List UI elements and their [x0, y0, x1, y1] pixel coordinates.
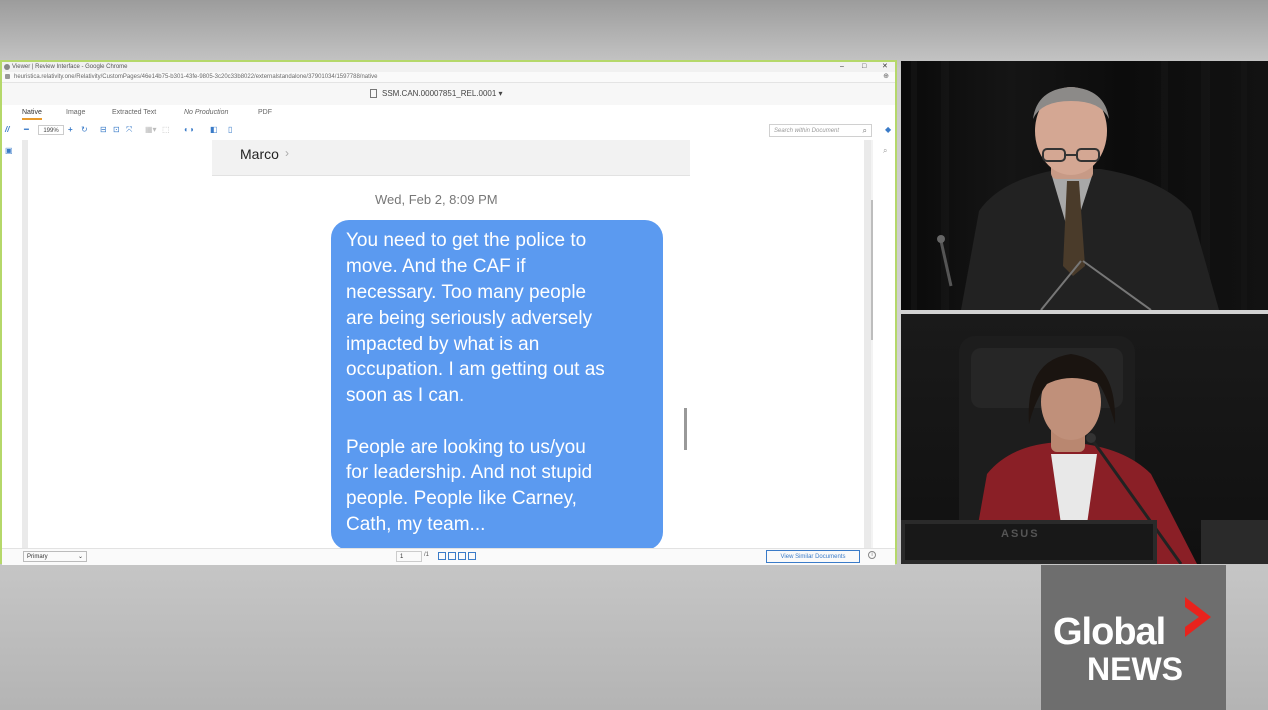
window-title: Viewer | Review Interface - Google Chrom…	[12, 64, 128, 70]
search-within-document-input[interactable]: Search within Document ⌕	[769, 124, 872, 137]
global-news-logo: Global NEWS	[1041, 565, 1226, 710]
layers-icon[interactable]: ◆	[885, 125, 891, 135]
search-placeholder: Search within Document	[774, 128, 840, 134]
select-icon[interactable]: ⬚	[162, 125, 170, 135]
document-icon	[370, 89, 377, 98]
page-total: /1	[424, 552, 430, 558]
page-number-field[interactable]: 1	[396, 551, 422, 562]
minimize-button[interactable]: –	[840, 62, 844, 72]
message-line: people. People like Carney,	[346, 488, 577, 509]
chrome-icon	[4, 64, 10, 70]
maximize-button[interactable]: □	[862, 62, 866, 72]
address-bar[interactable]: heuristica.relativity.one/Relativity/Cus…	[2, 72, 895, 83]
message-line: are being seriously adversely	[346, 308, 593, 329]
message-bubble: You need to get the police to move. And …	[331, 220, 663, 548]
message-line: People are looking to us/you	[346, 437, 586, 458]
lock-icon	[5, 74, 10, 79]
tab-image[interactable]: Image	[66, 109, 85, 116]
panel-toggle-icon[interactable]: ▣	[5, 146, 13, 156]
layout-selected: Primary	[27, 554, 48, 560]
message-line: necessary. Too many people	[346, 282, 587, 303]
close-window-button[interactable]: ✕	[882, 62, 888, 72]
splitter-handle[interactable]	[684, 408, 687, 450]
message-line: move. And the CAF if	[346, 256, 526, 277]
tab-pdf[interactable]: PDF	[258, 109, 272, 116]
rotate-icon[interactable]: ↻	[81, 125, 88, 135]
view-tabs: Native Image Extracted Text No Productio…	[2, 105, 895, 121]
zoom-level-field[interactable]: 199%	[38, 125, 64, 135]
witness-video	[901, 336, 1268, 564]
fit-width-icon[interactable]: ⊟	[100, 125, 107, 135]
grid-view-icon[interactable]: ▦▾	[145, 125, 157, 135]
message-line: soon as I can.	[346, 385, 465, 406]
browser-window: Viewer | Review Interface - Google Chrom…	[0, 60, 897, 565]
url-text[interactable]: heuristica.relativity.one/Relativity/Cus…	[14, 72, 377, 82]
logo-global-text: Global	[1053, 611, 1166, 653]
message-line: for leadership. And not stupid	[346, 462, 593, 483]
logo-news-text: NEWS	[1087, 651, 1183, 687]
contact-header	[212, 140, 690, 176]
search-icon[interactable]: ⌕	[863, 125, 867, 137]
highlight-icon[interactable]: ◐◑	[184, 125, 194, 135]
zoom-in-icon[interactable]: +	[68, 125, 73, 135]
message-timestamp: Wed, Feb 2, 8:09 PM	[375, 192, 498, 207]
right-rail: ⌕	[879, 140, 895, 550]
zoom-out-icon[interactable]: ━	[24, 125, 29, 135]
document-name-dropdown[interactable]: SSM.CAN.00007851_REL.0001 ▾	[382, 89, 503, 98]
video-feed-speaker	[901, 61, 1268, 310]
monitor-brand-label: ASUS	[1001, 528, 1040, 540]
tab-no-production[interactable]: No Production	[184, 109, 228, 116]
zoom-icon[interactable]: ⊕	[883, 72, 889, 82]
fullscreen-icon[interactable]: ⤧	[126, 125, 132, 135]
document-header: SSM.CAN.00007851_REL.0001 ▾	[2, 83, 895, 106]
status-bar: Primary ⌄ 1 /1 View Similar Documents i	[2, 548, 895, 565]
first-page-button[interactable]	[438, 552, 446, 560]
scrollbar-thumb[interactable]	[871, 200, 873, 340]
fit-page-icon[interactable]: ⊡	[113, 125, 120, 135]
relativity-icon[interactable]: //	[5, 125, 9, 135]
search-icon[interactable]: ⌕	[883, 146, 887, 156]
title-bar: Viewer | Review Interface - Google Chrom…	[2, 62, 895, 72]
message-line: You need to get the police to	[346, 230, 587, 251]
document-page: Marco › Wed, Feb 2, 8:09 PM You need to …	[28, 140, 864, 548]
tab-native[interactable]: Native	[22, 109, 42, 120]
previous-page-button[interactable]	[448, 552, 456, 560]
chevron-right-icon: ›	[285, 146, 289, 160]
layout-select[interactable]: Primary ⌄	[23, 551, 87, 562]
next-page-button[interactable]	[458, 552, 466, 560]
view-similar-documents-button[interactable]: View Similar Documents	[766, 550, 860, 563]
left-rail: ▣	[2, 140, 22, 550]
message-line: Cath, my team...	[346, 514, 486, 535]
annotate-icon[interactable]: ▯	[228, 125, 232, 135]
message-line: impacted by what is an	[346, 334, 540, 355]
video-feed-witness: ASUS	[901, 314, 1268, 564]
tab-extracted-text[interactable]: Extracted Text	[112, 109, 156, 116]
global-news-arrow-mark	[1185, 597, 1211, 637]
chevron-down-icon: ▾	[498, 89, 503, 98]
info-icon[interactable]: i	[868, 551, 876, 559]
contact-name: Marco	[240, 146, 279, 162]
message-line: occupation. I am getting out as	[346, 359, 605, 380]
document-name: SSM.CAN.00007851_REL.0001	[382, 89, 497, 98]
last-page-button[interactable]	[468, 552, 476, 560]
chevron-down-icon: ⌄	[77, 554, 83, 560]
viewer-toolbar: // ━ 199% + ↻ ⊟ ⊡ ⤧ ▦▾ ⬚ ◐◑ ◧ ▯ Search w…	[2, 122, 895, 138]
speaker-video	[911, 61, 1247, 310]
redact-icon[interactable]: ◧	[210, 125, 218, 135]
document-viewer[interactable]: Marco › Wed, Feb 2, 8:09 PM You need to …	[22, 140, 873, 548]
